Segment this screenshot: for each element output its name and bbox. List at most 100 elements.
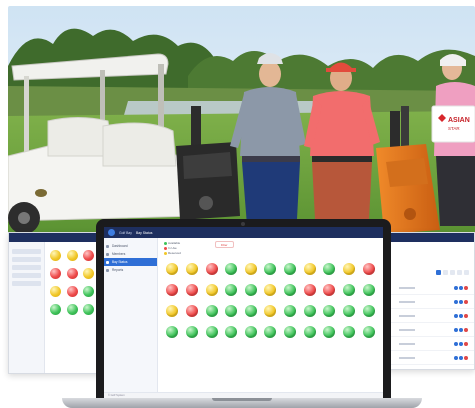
sidebar-item-reports[interactable]: Reports: [104, 266, 157, 274]
bay-tile[interactable]: [341, 263, 358, 279]
bay-tile[interactable]: [262, 326, 279, 342]
bay-tile[interactable]: [203, 263, 220, 279]
bay-tile[interactable]: [262, 263, 279, 279]
bay-tile[interactable]: [301, 263, 318, 279]
bay-status-indicator: [205, 305, 218, 317]
delete-icon[interactable]: [464, 313, 468, 318]
bay-tile[interactable]: [223, 284, 240, 300]
row-text: [399, 356, 415, 359]
bay-status-indicator: [225, 263, 238, 275]
bay-tile[interactable]: [184, 284, 201, 300]
golf-course-photo: ASIAN STAR: [8, 6, 475, 238]
edit-icon[interactable]: [454, 285, 458, 290]
bay-tile[interactable]: [243, 305, 260, 321]
sidebar-item-members[interactable]: Members: [104, 250, 157, 258]
right-screen-table: [387, 281, 474, 371]
tab-bay-status[interactable]: Bay Status: [136, 231, 152, 235]
bay-tile[interactable]: [321, 305, 338, 321]
bay-status-indicator: [303, 326, 316, 338]
bay-status-indicator: [284, 284, 297, 296]
bay-tile[interactable]: [301, 284, 318, 300]
bay-tile[interactable]: [282, 263, 299, 279]
view-icon[interactable]: [459, 370, 463, 371]
legend-dot: [164, 246, 167, 250]
bay-tile[interactable]: [184, 305, 201, 321]
bay-tile[interactable]: [223, 326, 240, 342]
view-icon[interactable]: [459, 313, 463, 318]
bay-tile[interactable]: [262, 305, 279, 321]
bay-tile[interactable]: [223, 305, 240, 321]
bay-tile[interactable]: [243, 326, 260, 342]
bay-tile[interactable]: [164, 305, 181, 321]
bay-tile[interactable]: [301, 326, 318, 342]
sign-subtext: STAR: [448, 126, 460, 131]
filter-button[interactable]: Filter: [214, 241, 234, 248]
bay-tile[interactable]: [164, 326, 181, 342]
delete-icon[interactable]: [464, 285, 468, 290]
bay-tile[interactable]: [203, 326, 220, 342]
row-text: [399, 328, 415, 331]
bay-status-indicator: [323, 263, 336, 275]
bay-tile[interactable]: [282, 284, 299, 300]
promo-sign: ASIAN STAR: [431, 105, 475, 143]
bay-tile[interactable]: [321, 263, 338, 279]
bay-tile[interactable]: [341, 326, 358, 342]
bay-tile[interactable]: [360, 305, 377, 321]
bay-status-indicator: [303, 305, 316, 317]
view-icon[interactable]: [459, 299, 463, 304]
right-screen-topbar: [387, 233, 474, 242]
delete-icon[interactable]: [464, 327, 468, 332]
bay-tile[interactable]: [164, 263, 181, 279]
bay-tile[interactable]: [341, 284, 358, 300]
bay-tile[interactable]: [184, 326, 201, 342]
sidebar-item-bay-status[interactable]: Bay Status: [104, 258, 157, 266]
bay-tile[interactable]: [243, 263, 260, 279]
bay-tile[interactable]: [360, 326, 377, 342]
bay-status-indicator: [225, 284, 238, 296]
bay-tile[interactable]: [243, 284, 260, 300]
bay-status-indicator: [343, 326, 356, 338]
bay-tile[interactable]: [223, 263, 240, 279]
bay-tile[interactable]: [321, 326, 338, 342]
table-row: [387, 281, 474, 295]
bay-tile[interactable]: [164, 284, 181, 300]
edit-icon[interactable]: [454, 327, 458, 332]
bay-tile[interactable]: [360, 284, 377, 300]
view-icon[interactable]: [459, 285, 463, 290]
table-row: [387, 309, 474, 323]
bay-tile[interactable]: [301, 305, 318, 321]
bay-status-indicator: [50, 250, 61, 261]
bay-tile[interactable]: [282, 305, 299, 321]
bay-tile[interactable]: [262, 284, 279, 300]
tab-golf-bay[interactable]: Golf Bay: [119, 231, 132, 235]
delete-icon[interactable]: [464, 370, 468, 371]
edit-icon[interactable]: [454, 341, 458, 346]
edit-icon[interactable]: [454, 299, 458, 304]
sign-text: ASIAN: [448, 117, 470, 124]
background-screen-right: [386, 232, 475, 370]
sidebar-item-dashboard[interactable]: Dashboard: [104, 242, 157, 250]
delete-icon[interactable]: [464, 299, 468, 304]
delete-icon[interactable]: [464, 341, 468, 346]
golf-photo-illustration: ASIAN STAR: [8, 6, 475, 238]
bay-status-indicator: [244, 263, 257, 275]
edit-icon[interactable]: [454, 355, 458, 360]
view-icon[interactable]: [459, 355, 463, 360]
bay-tile[interactable]: [203, 305, 220, 321]
right-screen-pagination: [387, 242, 474, 281]
bay-tile[interactable]: [341, 305, 358, 321]
reports-icon: [106, 268, 109, 272]
bay-tile[interactable]: [282, 326, 299, 342]
app-topbar: Golf Bay Bay Status: [104, 227, 383, 238]
view-icon[interactable]: [459, 327, 463, 332]
delete-icon[interactable]: [464, 355, 468, 360]
view-icon[interactable]: [459, 341, 463, 346]
bay-tile[interactable]: [360, 263, 377, 279]
bay-tile[interactable]: [203, 284, 220, 300]
bay-tile[interactable]: [184, 263, 201, 279]
bay-tile[interactable]: [321, 284, 338, 300]
bay-status-indicator: [185, 305, 198, 317]
edit-icon[interactable]: [454, 370, 458, 371]
edit-icon[interactable]: [454, 313, 458, 318]
bay-status-indicator: [225, 305, 238, 317]
